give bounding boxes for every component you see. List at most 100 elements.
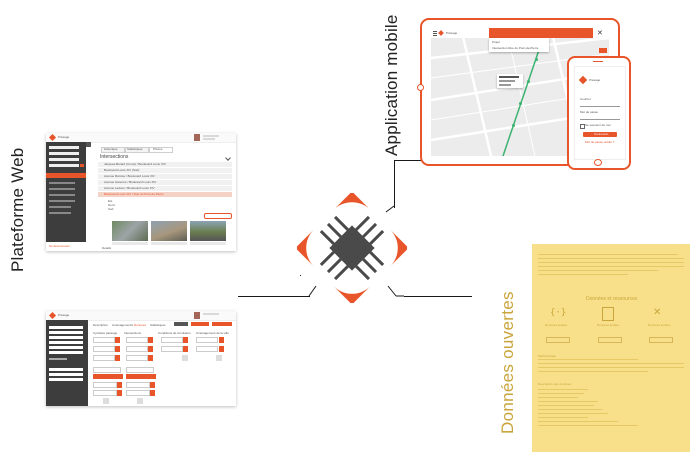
select-toggle[interactable] [183, 337, 188, 343]
sidebar-item[interactable] [49, 212, 71, 214]
select-toggle[interactable] [150, 382, 155, 388]
add-button-icon[interactable] [182, 355, 188, 361]
sidebar-search-button[interactable] [80, 164, 84, 167]
sidebar-field[interactable] [49, 341, 83, 344]
select-field[interactable] [93, 355, 115, 361]
photo-1[interactable] [112, 221, 148, 241]
sidebar-item[interactable] [49, 182, 75, 184]
select-field[interactable] [126, 367, 154, 373]
photo-2[interactable] [151, 221, 187, 241]
sidebar-select-2[interactable] [49, 152, 79, 155]
avatar[interactable] [194, 312, 200, 319]
select-toggle[interactable] [126, 374, 156, 379]
sidebar-select-4[interactable] [49, 164, 79, 167]
menu-item-project[interactable]: Projet [492, 40, 500, 44]
save-button[interactable] [174, 322, 188, 326]
map-marker[interactable] [527, 80, 530, 83]
select-field[interactable] [196, 337, 218, 343]
select-field[interactable] [93, 337, 115, 343]
tab-statistiques[interactable]: Statistiques [150, 323, 166, 327]
select-toggle[interactable] [148, 337, 153, 343]
menu-item-intersection[interactable]: Intersection Rue du Pont-de-Pierre [492, 46, 538, 50]
select-field[interactable] [93, 382, 117, 388]
sidebar-field[interactable] [49, 368, 83, 371]
sidebar-field[interactable] [49, 373, 83, 376]
export-button[interactable] [212, 322, 232, 326]
tab-amenagements[interactable]: Aménagements [112, 323, 133, 327]
close-icon[interactable]: ✕ [597, 30, 604, 37]
select-toggle[interactable] [117, 382, 122, 388]
select-toggle[interactable] [148, 346, 153, 352]
select-field[interactable] [93, 367, 121, 373]
details-footer[interactable]: Details [102, 246, 111, 250]
select-toggle[interactable] [219, 337, 224, 343]
map-marker[interactable] [512, 124, 515, 127]
map-marker[interactable] [519, 102, 522, 105]
column-title: Cyclistes passage [93, 331, 118, 335]
resource-name-1: Données locales [545, 323, 568, 327]
tab-donnees[interactable]: Données [134, 323, 146, 327]
menu-icon[interactable] [433, 31, 437, 32]
sidebar-item[interactable] [49, 206, 71, 208]
sidebar-field[interactable] [49, 326, 83, 329]
select-toggle[interactable] [93, 374, 123, 379]
email-field[interactable] [580, 102, 620, 107]
resource-button-1[interactable] [546, 337, 570, 343]
sidebar-item[interactable] [49, 194, 75, 196]
popup-line [499, 80, 515, 82]
sidebar-field[interactable] [49, 336, 83, 339]
select-toggle[interactable] [219, 346, 224, 352]
select-toggle[interactable] [115, 355, 120, 361]
add-button-icon[interactable] [137, 398, 143, 404]
select-toggle[interactable] [115, 337, 120, 343]
tab-description[interactable]: Description [93, 323, 108, 327]
sidebar-field[interactable] [49, 331, 83, 334]
section-title: Intersections [100, 154, 129, 160]
sidebar-field[interactable] [49, 378, 83, 381]
select-field[interactable] [126, 337, 148, 343]
sidebar-select-1[interactable] [49, 146, 79, 149]
add-photo-button[interactable] [204, 213, 232, 219]
collapse-button[interactable] [86, 142, 91, 147]
select-field[interactable] [126, 346, 148, 352]
resource-button-2[interactable] [598, 337, 622, 343]
project-dropdown[interactable] [489, 28, 593, 38]
edit-button[interactable] [191, 322, 209, 326]
sidebar-select-3[interactable] [49, 158, 79, 161]
add-button-icon[interactable] [103, 398, 109, 404]
select-field[interactable] [196, 346, 218, 352]
select-field[interactable] [161, 337, 183, 343]
select-field[interactable] [126, 355, 148, 361]
sidebar-field[interactable] [49, 346, 83, 349]
select-field[interactable] [161, 346, 183, 352]
open-brackets-icon: {·} [550, 308, 567, 318]
select-field[interactable] [93, 346, 115, 352]
photo-3[interactable] [190, 221, 226, 241]
tablet-side-button[interactable] [599, 48, 607, 53]
sub-item[interactable]: Sud [108, 207, 113, 211]
list-line [538, 397, 578, 398]
map-marker[interactable] [535, 58, 538, 61]
select-field[interactable] [93, 390, 117, 396]
user-name-bar [203, 135, 219, 137]
sidebar-item[interactable] [49, 188, 75, 190]
select-toggle[interactable] [115, 346, 120, 352]
phone-home-button [594, 159, 602, 166]
sidebar-item-active[interactable] [46, 173, 86, 178]
logout-link[interactable]: Se déconnecter [49, 244, 70, 248]
avatar[interactable] [194, 134, 200, 141]
section-chevron-icon[interactable] [225, 155, 231, 161]
select-toggle[interactable] [183, 346, 188, 352]
select-toggle[interactable] [150, 390, 155, 396]
select-field[interactable] [126, 390, 150, 396]
password-field[interactable] [580, 115, 620, 120]
forgot-password-link[interactable]: Mot de passe oublié ? [585, 140, 614, 144]
add-button-icon[interactable] [216, 355, 222, 361]
sidebar-field[interactable] [49, 351, 83, 354]
select-toggle[interactable] [148, 355, 153, 361]
resource-button-3[interactable] [649, 337, 673, 343]
list-item-label: Jacques-Bérard (Crous) / Boulevard Louis… [104, 162, 166, 166]
select-toggle[interactable] [117, 390, 122, 396]
select-field[interactable] [126, 382, 150, 388]
sidebar-item[interactable] [49, 200, 75, 202]
